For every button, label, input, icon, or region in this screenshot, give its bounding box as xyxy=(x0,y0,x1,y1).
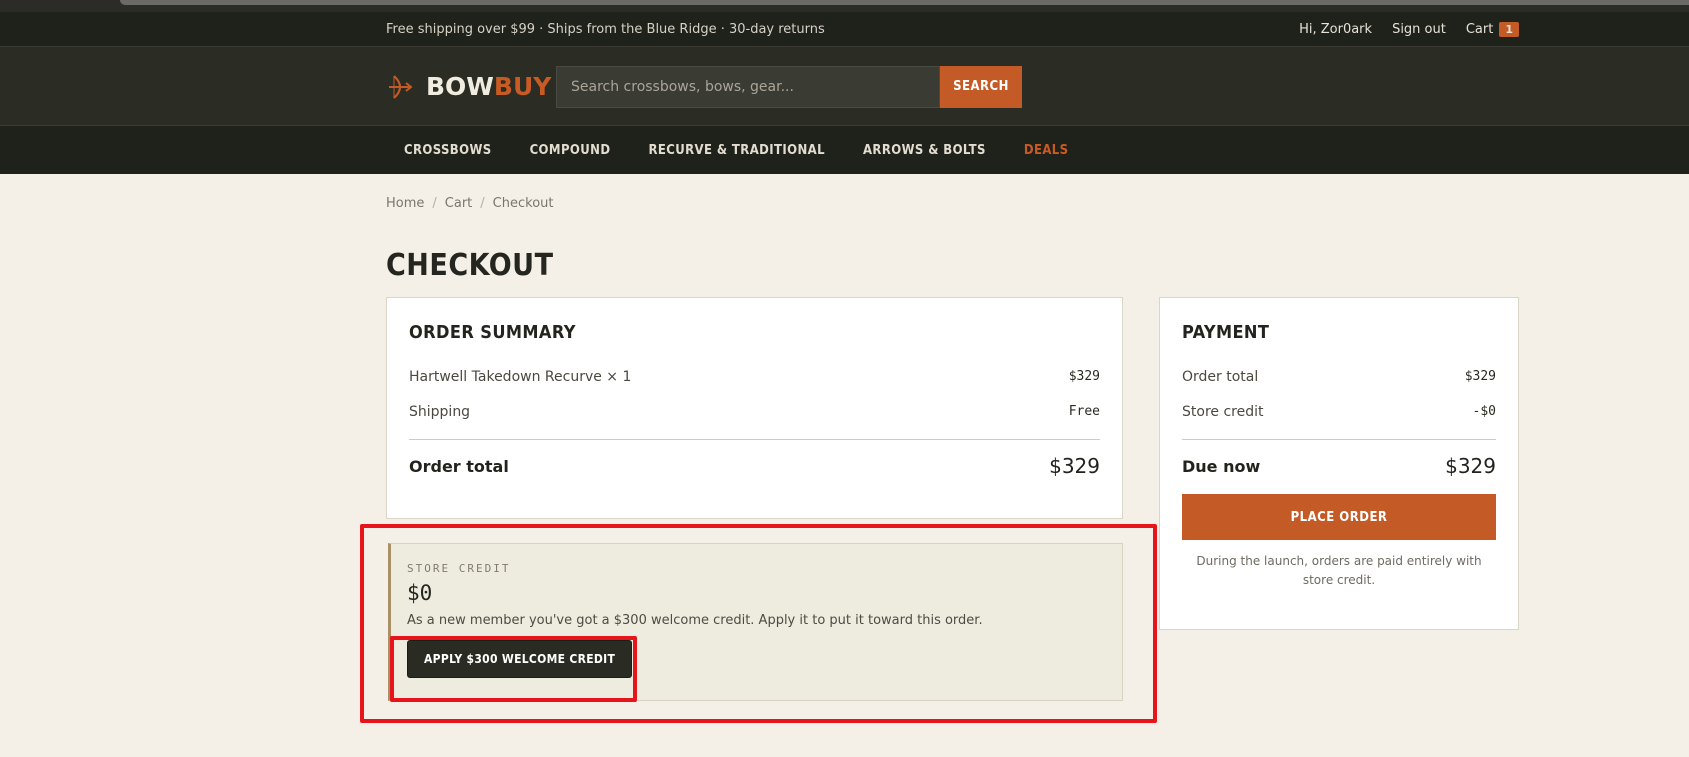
browser-tab-strip xyxy=(0,0,1689,12)
nav-item-recurve-traditional[interactable]: RECURVE & TRADITIONAL xyxy=(648,143,825,158)
order-summary-card: ORDER SUMMARY Hartwell Takedown Recurve … xyxy=(386,297,1123,519)
search-button[interactable]: SEARCH xyxy=(940,65,1022,108)
shipping-label: Shipping xyxy=(409,403,471,420)
apply-welcome-credit-button[interactable]: APPLY $300 WELCOME CREDIT xyxy=(407,640,633,678)
order-summary-title: ORDER SUMMARY xyxy=(409,322,576,343)
breadcrumb-separator: / xyxy=(432,196,437,211)
summary-total-row: Order total $329 xyxy=(409,454,1100,478)
logo-part-buy: BUY xyxy=(493,72,552,101)
payment-store-credit-value: -$0 xyxy=(1472,404,1496,419)
summary-shipping-row: Shipping Free xyxy=(409,394,1100,429)
shipping-value: Free xyxy=(1068,404,1100,419)
breadcrumb-separator: / xyxy=(480,196,485,211)
due-now-label: Due now xyxy=(1182,456,1261,476)
summary-divider xyxy=(409,439,1100,440)
nav-item-compound[interactable]: COMPOUND xyxy=(530,143,611,158)
store-credit-panel: STORE CREDIT $0 As a new member you've g… xyxy=(388,543,1123,701)
due-now-value: $329 xyxy=(1445,454,1496,478)
order-total-label: Order total xyxy=(409,456,509,476)
summary-item-row: Hartwell Takedown Recurve × 1 $329 xyxy=(409,359,1100,394)
page-title: CHECKOUT xyxy=(386,248,554,283)
payment-divider xyxy=(1182,439,1496,440)
sign-out-link[interactable]: Sign out xyxy=(1392,22,1446,37)
cart-label: Cart xyxy=(1465,22,1494,37)
nav-item-arrows-bolts[interactable]: ARROWS & BOLTS xyxy=(863,143,986,158)
logo-part-bow: BOW xyxy=(426,72,494,101)
payment-store-credit-label: Store credit xyxy=(1182,403,1264,420)
breadcrumb-checkout: Checkout xyxy=(492,196,554,211)
category-nav: CROSSBOWS COMPOUND RECURVE & TRADITIONAL… xyxy=(0,126,1689,174)
browser-tab xyxy=(120,0,1689,5)
payment-title: PAYMENT xyxy=(1182,322,1270,343)
promo-text: Free shipping over $99 · Ships from the … xyxy=(386,22,825,37)
breadcrumb: Home / Cart / Checkout xyxy=(386,196,554,211)
payment-order-total-value: $329 xyxy=(1464,369,1496,384)
payment-order-total-row: Order total $329 xyxy=(1182,359,1496,394)
bow-arrow-icon xyxy=(389,74,413,99)
order-total-value: $329 xyxy=(1049,454,1100,478)
nav-item-crossbows[interactable]: CROSSBOWS xyxy=(404,143,492,158)
payment-note: During the launch, orders are paid entir… xyxy=(1196,554,1482,587)
breadcrumb-home[interactable]: Home xyxy=(386,196,424,211)
item-name: Hartwell Takedown Recurve × 1 xyxy=(409,368,632,385)
site-logo[interactable]: BOWBUY xyxy=(386,72,556,101)
cart-count-badge: 1 xyxy=(1499,22,1519,37)
payment-store-credit-row: Store credit -$0 xyxy=(1182,394,1496,429)
greeting-text: Hi, Zor0ark xyxy=(1299,22,1373,37)
place-order-button[interactable]: PLACE ORDER xyxy=(1182,494,1496,540)
search-input[interactable] xyxy=(556,65,940,108)
search-form: SEARCH xyxy=(556,65,1022,108)
site-header: BOWBUY SEARCH xyxy=(0,47,1689,126)
payment-order-total-label: Order total xyxy=(1182,368,1259,385)
store-credit-label: STORE CREDIT xyxy=(407,562,511,575)
logo-text: BOWBUY xyxy=(426,72,551,101)
cart-link[interactable]: Cart 1 xyxy=(1466,22,1519,37)
payment-due-row: Due now $329 xyxy=(1182,454,1496,478)
store-credit-amount: $0 xyxy=(407,581,433,605)
item-price: $329 xyxy=(1068,369,1100,384)
announcement-bar: Free shipping over $99 · Ships from the … xyxy=(0,12,1689,47)
payment-card: PAYMENT Order total $329 Store credit -$… xyxy=(1159,297,1519,630)
breadcrumb-cart[interactable]: Cart xyxy=(445,196,473,211)
nav-item-deals[interactable]: DEALS xyxy=(1024,143,1069,158)
store-credit-description: As a new member you've got a $300 welcom… xyxy=(407,613,983,628)
